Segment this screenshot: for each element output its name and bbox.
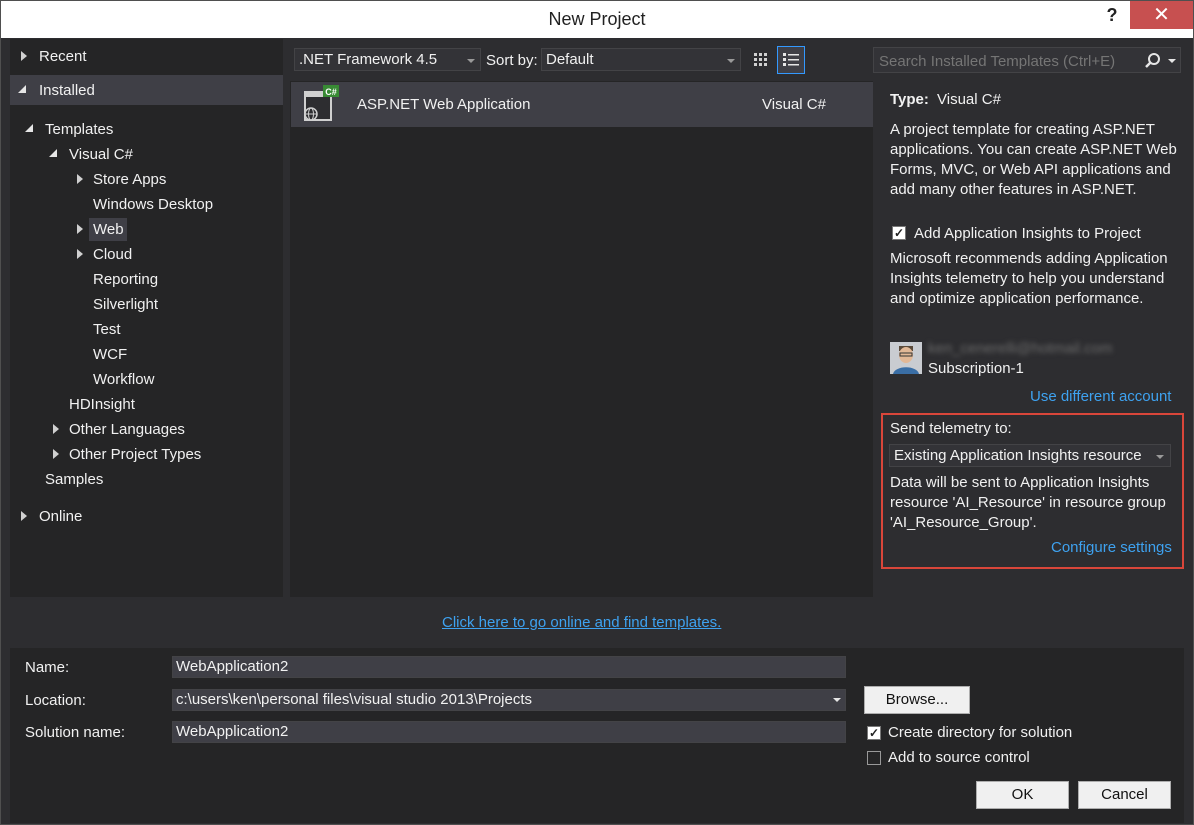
telemetry-destination-dropdown[interactable]: Existing Application Insights resource (889, 444, 1171, 467)
list-view-icon (783, 53, 799, 66)
tree-item-web[interactable]: Web (93, 221, 124, 238)
location-input[interactable]: c:\users\ken\personal files\visual studi… (172, 689, 846, 711)
telemetry-destination-value: Existing Application Insights resource (894, 447, 1142, 464)
expand-other-languages-icon[interactable] (53, 424, 59, 434)
template-name: ASP.NET Web Application (357, 96, 531, 113)
template-row[interactable]: C# ASP.NET Web Application Visual C# (291, 82, 873, 127)
csharp-badge: C# (325, 87, 337, 97)
send-telemetry-label: Send telemetry to: (890, 420, 1012, 437)
template-description: A project template for creating ASP.NET … (890, 121, 1177, 198)
tree-item-visual-csharp[interactable]: Visual C# (69, 146, 133, 163)
create-directory-label[interactable]: Create directory for solution (888, 724, 1072, 741)
collapse-visual-csharp-icon[interactable] (49, 149, 57, 157)
template-language: Visual C# (762, 96, 826, 113)
source-control-label[interactable]: Add to source control (888, 749, 1030, 766)
tree-item-silverlight[interactable]: Silverlight (93, 296, 158, 313)
small-icons-view-button[interactable] (747, 46, 775, 74)
solution-name-label: Solution name: (25, 724, 126, 741)
title-bar: New Project ? ✕ (1, 1, 1193, 38)
expand-other-project-types-icon[interactable] (53, 449, 59, 459)
type-value: Visual C# (937, 91, 1001, 108)
expand-store-apps-icon[interactable] (77, 174, 83, 184)
find-templates-online-link[interactable]: Click here to go online and find templat… (442, 614, 721, 631)
framework-value: .NET Framework 4.5 (299, 51, 438, 68)
name-input[interactable]: WebApplication2 (172, 656, 846, 678)
expand-online-icon[interactable] (21, 511, 27, 521)
location-value: c:\users\ken\personal files\visual studi… (176, 691, 533, 708)
avatar (890, 342, 922, 374)
tree-item-wcf[interactable]: WCF (93, 346, 127, 363)
location-label: Location: (25, 692, 86, 709)
sort-dropdown[interactable]: Default (541, 48, 741, 71)
collapse-templates-icon[interactable] (25, 124, 33, 132)
collapse-installed-icon[interactable] (18, 85, 26, 93)
close-button[interactable]: ✕ (1130, 1, 1193, 29)
sort-value: Default (546, 51, 594, 68)
tree-item-templates[interactable]: Templates (45, 121, 113, 138)
account-email: ken_cenerelli@hotmail.com (928, 340, 1113, 357)
configure-settings-link[interactable]: Configure settings (1051, 539, 1172, 556)
template-list (290, 81, 873, 597)
tree-item-workflow[interactable]: Workflow (93, 371, 154, 388)
chevron-down-icon (467, 59, 475, 63)
tree-item-cloud[interactable]: Cloud (93, 246, 132, 263)
tree-item-windows-desktop[interactable]: Windows Desktop (93, 196, 213, 213)
tree-item-other-languages[interactable]: Other Languages (69, 421, 185, 438)
tree-item-hdinsight[interactable]: HDInsight (69, 396, 135, 413)
search-input[interactable] (874, 48, 1143, 74)
application-insights-label[interactable]: Add Application Insights to Project (914, 225, 1141, 242)
expand-cloud-icon[interactable] (77, 249, 83, 259)
cancel-button[interactable]: Cancel (1078, 781, 1171, 809)
dialog-title: New Project (548, 9, 646, 29)
aspnet-project-icon: C# (304, 85, 339, 121)
tree-item-store-apps[interactable]: Store Apps (93, 171, 166, 188)
use-different-account-link[interactable]: Use different account (1030, 388, 1171, 405)
application-insights-description: Microsoft recommends adding Application … (890, 250, 1168, 307)
sort-by-label: Sort by: (486, 52, 538, 69)
list-view-button[interactable] (777, 46, 805, 74)
solution-name-input[interactable]: WebApplication2 (172, 721, 846, 743)
search-icon[interactable] (1144, 52, 1162, 70)
chevron-down-icon (727, 59, 735, 63)
telemetry-data-sent-text: Data will be sent to Application Insight… (890, 474, 1166, 531)
tree-item-online[interactable]: Online (39, 508, 82, 525)
tree-item-other-project-types[interactable]: Other Project Types (69, 446, 201, 463)
browse-button[interactable]: Browse... (864, 686, 970, 714)
new-project-dialog: New Project ? ✕ Recent Installed Templat… (0, 0, 1194, 825)
grid-view-icon (754, 53, 767, 66)
expand-web-icon[interactable] (77, 224, 83, 234)
ok-button[interactable]: OK (976, 781, 1069, 809)
search-options-chevron-icon[interactable] (1168, 59, 1176, 63)
search-box[interactable] (873, 47, 1181, 74)
expand-recent-icon[interactable] (21, 51, 27, 61)
tree-item-recent[interactable]: Recent (39, 48, 87, 65)
tree-item-installed[interactable]: Installed (39, 82, 95, 99)
tree-item-test[interactable]: Test (93, 321, 121, 338)
name-label: Name: (25, 659, 70, 676)
help-button[interactable]: ? (1101, 5, 1123, 26)
chevron-down-icon (1156, 455, 1164, 459)
chevron-down-icon[interactable] (833, 698, 841, 702)
tree-item-samples[interactable]: Samples (45, 471, 103, 488)
create-directory-checkbox[interactable]: ✓ (867, 726, 881, 740)
tree-item-reporting[interactable]: Reporting (93, 271, 158, 288)
type-label: Type: (890, 91, 929, 108)
subscription-name: Subscription-1 (928, 360, 1024, 377)
framework-dropdown[interactable]: .NET Framework 4.5 (294, 48, 481, 71)
application-insights-checkbox[interactable]: ✓ (892, 226, 906, 240)
source-control-checkbox[interactable]: ✓ (867, 751, 881, 765)
